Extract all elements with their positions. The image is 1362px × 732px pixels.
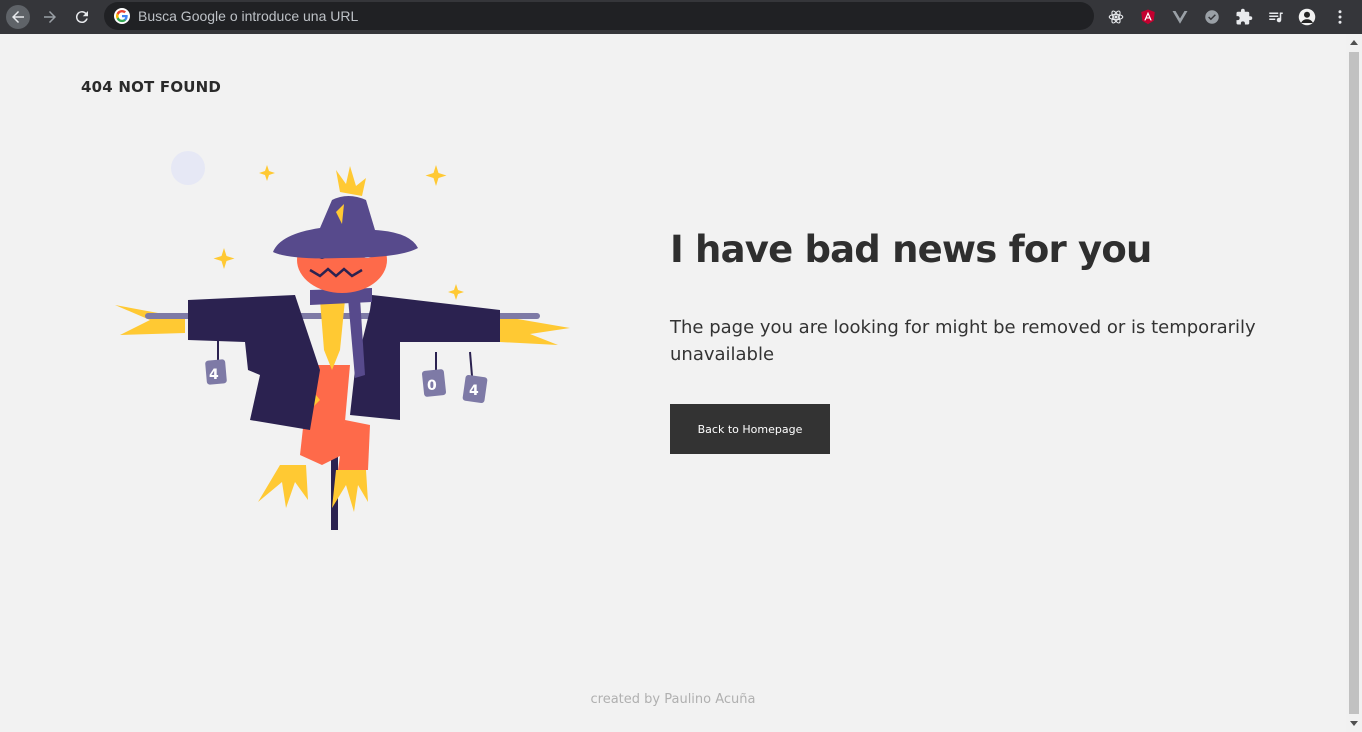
can-digit: 4 bbox=[209, 367, 219, 383]
puzzle-extensions-icon[interactable] bbox=[1234, 7, 1254, 27]
footer-credit: created by Paulino Acuña bbox=[590, 692, 756, 707]
angular-icon[interactable] bbox=[1138, 7, 1158, 27]
can-digit: 4 bbox=[469, 383, 479, 399]
scarecrow-illustration: 4 0 4 bbox=[115, 151, 570, 530]
page-title: I have bad news for you bbox=[670, 228, 1152, 271]
error-message: The page you are looking for might be re… bbox=[670, 317, 1256, 365]
browser-toolbar: Busca Google o introduce una URL bbox=[0, 0, 1362, 34]
google-icon bbox=[114, 8, 130, 24]
react-devtools-icon[interactable] bbox=[1106, 7, 1126, 27]
can-digit: 0 bbox=[427, 378, 437, 394]
address-bar[interactable]: Busca Google o introduce una URL bbox=[104, 2, 1094, 30]
media-playlist-icon[interactable] bbox=[1266, 7, 1286, 27]
forward-button[interactable] bbox=[38, 5, 62, 29]
back-button[interactable] bbox=[6, 5, 30, 29]
arrow-right-icon bbox=[44, 11, 56, 23]
page-brand: 404 NOT FOUND bbox=[81, 78, 222, 96]
vue-devtools-icon[interactable] bbox=[1170, 7, 1190, 27]
vertical-scrollbar[interactable] bbox=[1346, 34, 1362, 732]
page-content: 404 NOT FOUND 4 0 4 I have bad news for … bbox=[0, 34, 1346, 732]
scroll-up-arrow-icon[interactable] bbox=[1350, 40, 1358, 45]
arrow-left-icon bbox=[12, 11, 24, 23]
checkmark-extension-icon[interactable] bbox=[1202, 7, 1222, 27]
scroll-down-arrow-icon[interactable] bbox=[1350, 721, 1358, 726]
reload-button[interactable] bbox=[70, 5, 94, 29]
reload-icon bbox=[75, 11, 88, 24]
omnibox-placeholder: Busca Google o introduce una URL bbox=[138, 8, 359, 24]
more-menu-icon[interactable] bbox=[1330, 7, 1350, 27]
scrollbar-thumb[interactable] bbox=[1349, 52, 1359, 714]
back-to-homepage-button[interactable]: Back to Homepage bbox=[670, 404, 830, 454]
profile-avatar[interactable] bbox=[1297, 7, 1317, 27]
